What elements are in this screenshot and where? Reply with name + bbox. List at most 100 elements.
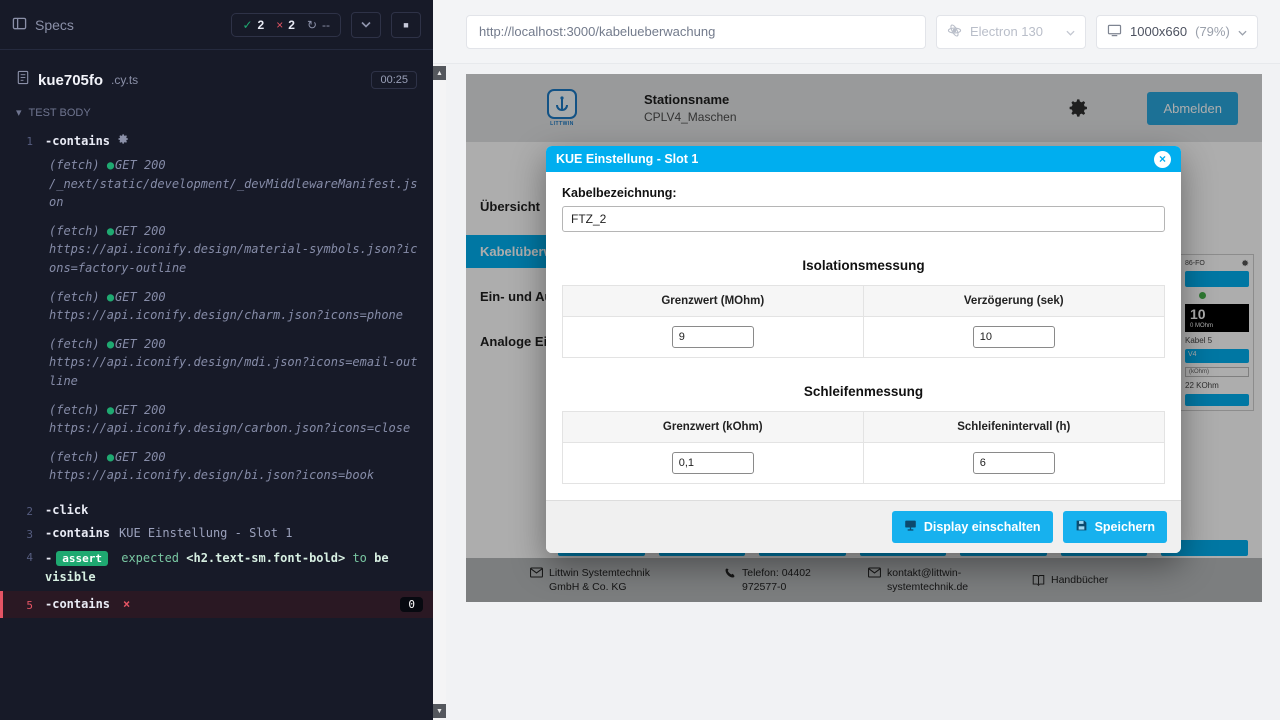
spec-name[interactable]: kue705fo: [38, 72, 103, 89]
url-input[interactable]: [466, 15, 926, 49]
stop-button[interactable]: ■: [391, 12, 421, 38]
failed-count: 2: [288, 18, 295, 32]
network-log-entry[interactable]: (fetch) ●GET 200 https://api.iconify.des…: [49, 401, 423, 438]
viewport-selector[interactable]: 1000x660 (79%): [1096, 15, 1258, 49]
assert-expected: expected: [121, 551, 179, 565]
network-log-entry[interactable]: (fetch) ●GET 200 /_next/static/developme…: [49, 156, 423, 212]
runner-topbar: Electron 130 1000x660 (79%): [433, 0, 1280, 64]
status-dot-icon: ●: [107, 224, 114, 238]
fail-cross-icon: ×: [123, 597, 130, 611]
command-name: -click: [45, 503, 88, 517]
close-icon[interactable]: ×: [1154, 151, 1171, 168]
line-number: 5: [3, 597, 45, 612]
chevron-down-icon: [1238, 24, 1247, 39]
test-body-toggle[interactable]: ▾ TEST BODY: [0, 98, 433, 129]
grenzwert-kohm-input[interactable]: [672, 452, 754, 474]
scroll-up-arrow[interactable]: ▲: [433, 66, 446, 80]
status-dot-icon: ●: [107, 403, 114, 417]
line-number: 2: [3, 503, 45, 518]
collapse-button[interactable]: [351, 12, 381, 38]
assert-dash: -: [45, 551, 52, 565]
fetch-label: (fetch): [49, 158, 100, 172]
network-log-entry[interactable]: (fetch) ●GET 200 https://api.iconify.des…: [49, 448, 423, 485]
fetch-label: (fetch): [49, 337, 100, 351]
save-floppy-icon: [1075, 519, 1088, 535]
line-number: 4: [3, 549, 45, 564]
command-argument: KUE Einstellung - Slot 1: [119, 526, 292, 540]
fetch-status: GET 200: [115, 290, 166, 304]
reporter-header: Specs ✓ 2 × 2 ↻ -- ■: [0, 0, 433, 50]
fetch-status: GET 200: [115, 224, 166, 238]
retry-count-badge: 0: [400, 597, 423, 612]
command-row[interactable]: 1 -contains (fetch) ●GET 200 /_next/stat…: [0, 129, 433, 499]
electron-icon: [947, 23, 962, 41]
network-log-entry[interactable]: (fetch) ●GET 200 https://api.iconify.des…: [49, 288, 423, 325]
status-dot-icon: ●: [107, 290, 114, 304]
fetch-url: https://api.iconify.design/material-symb…: [49, 240, 423, 277]
chevron-down-icon: [1066, 24, 1075, 39]
command-name: -contains: [45, 526, 110, 540]
test-stats: ✓ 2 × 2 ↻ --: [231, 13, 341, 37]
fetch-url: https://api.iconify.design/bi.json?icons…: [49, 466, 423, 485]
schleifenintervall-input[interactable]: [973, 452, 1055, 474]
isolationsmessung-table: Grenzwert (MOhm) Verzögerung (sek): [562, 285, 1165, 358]
line-number: 1: [3, 133, 45, 148]
fetch-label: (fetch): [49, 290, 100, 304]
command-row-failed[interactable]: 5 -contains × 0: [0, 591, 433, 618]
viewport-icon: [1107, 24, 1122, 40]
assert-badge: assert: [56, 551, 108, 566]
network-log-entry[interactable]: (fetch) ●GET 200 https://api.iconify.des…: [49, 222, 423, 278]
fetch-status: GET 200: [115, 403, 166, 417]
status-dot-icon: ●: [107, 337, 114, 351]
network-log-entry[interactable]: (fetch) ●GET 200 https://api.iconify.des…: [49, 335, 423, 391]
scroll-down-arrow[interactable]: ▼: [433, 704, 446, 718]
fetch-url: https://api.iconify.design/charm.json?ic…: [49, 306, 423, 325]
grenzwert-mohm-input[interactable]: [672, 326, 754, 348]
display-button-label: Display einschalten: [924, 520, 1041, 534]
viewport-zoom: (79%): [1195, 24, 1230, 39]
save-button-label: Speichern: [1095, 520, 1155, 534]
iso-col2-header: Verzögerung (sek): [864, 286, 1165, 316]
browser-label: Electron 130: [970, 24, 1043, 39]
command-row-assert[interactable]: 4 -assert expected <h2.text-sm.font-bold…: [0, 545, 433, 591]
loop-col1-header: Grenzwert (kOhm): [563, 412, 864, 442]
modal-footer: Display einschalten Speichern: [546, 500, 1181, 553]
fetch-label: (fetch): [49, 450, 100, 464]
isolationsmessung-title: Isolationsmessung: [562, 258, 1165, 273]
line-number: 3: [3, 526, 45, 541]
specs-panel-icon: [12, 16, 27, 34]
chevron-down-icon: [361, 20, 371, 30]
scrollbar[interactable]: ▲ ▼: [433, 64, 446, 720]
passed-count: 2: [258, 18, 265, 32]
command-row[interactable]: 2 -click: [0, 499, 433, 522]
restarts-count: --: [322, 18, 330, 32]
spec-row: kue705fo .cy.ts 00:25: [0, 50, 433, 98]
runner-main-area: Electron 130 1000x660 (79%) ▲ ▼: [433, 0, 1280, 720]
status-dot-icon: ●: [107, 158, 114, 172]
command-name: -contains: [45, 597, 110, 611]
stat-restarts[interactable]: ↻ --: [307, 18, 330, 32]
speichern-button[interactable]: Speichern: [1063, 511, 1167, 543]
command-row[interactable]: 3 -contains KUE Einstellung - Slot 1: [0, 522, 433, 545]
assert-selector: <h2.text-sm.font-bold>: [186, 551, 345, 565]
browser-selector[interactable]: Electron 130: [936, 15, 1086, 49]
kabelbezeichnung-input[interactable]: [562, 206, 1165, 232]
verzoegerung-sek-input[interactable]: [973, 326, 1055, 348]
spec-duration: 00:25: [371, 71, 417, 89]
modal-title: KUE Einstellung - Slot 1: [556, 152, 698, 166]
stop-icon: ■: [403, 20, 408, 30]
gear-icon[interactable]: [117, 133, 129, 148]
status-dot-icon: ●: [107, 450, 114, 464]
fetch-url: /_next/static/development/_devMiddleware…: [49, 175, 423, 212]
display-icon: [904, 519, 917, 535]
fetch-label: (fetch): [49, 224, 100, 238]
display-einschalten-button[interactable]: Display einschalten: [892, 511, 1053, 543]
specs-button[interactable]: Specs: [12, 16, 74, 34]
app-under-test: LITTWIN Stationsname CPLV4_Maschen Abmel…: [466, 74, 1262, 602]
fetch-status: GET 200: [115, 158, 166, 172]
stat-failed[interactable]: × 2: [276, 18, 295, 32]
stat-passed[interactable]: ✓ 2: [242, 18, 264, 32]
fetch-url: https://api.iconify.design/mdi.json?icon…: [49, 353, 423, 390]
viewport-size: 1000x660: [1130, 24, 1187, 39]
schleifenmessung-title: Schleifenmessung: [562, 384, 1165, 399]
